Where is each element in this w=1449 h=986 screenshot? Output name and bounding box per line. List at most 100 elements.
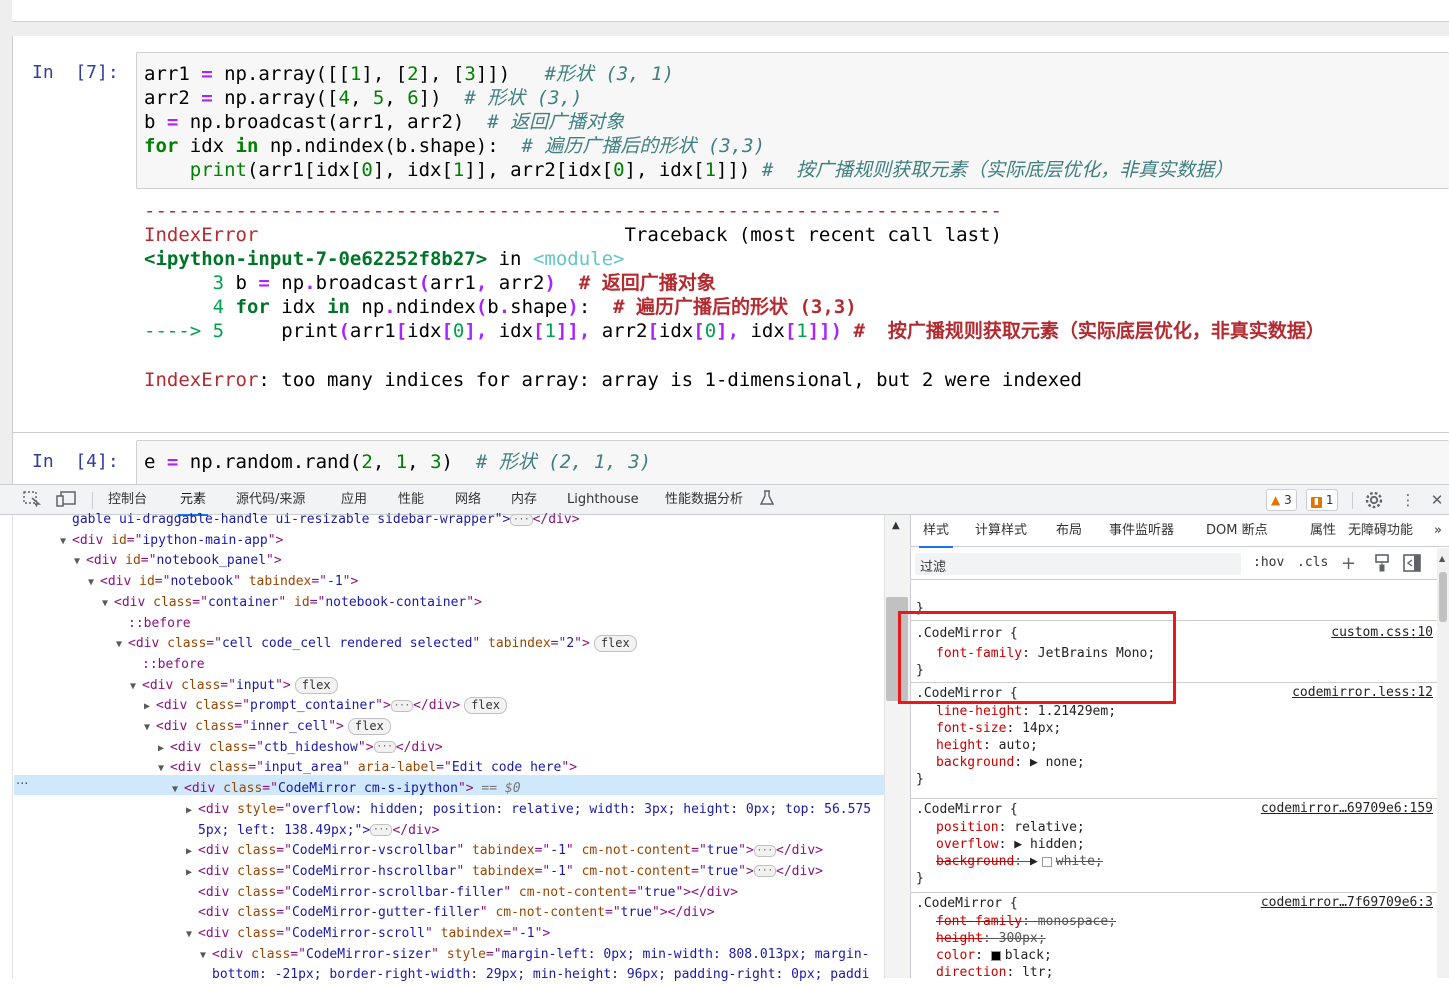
dom-node[interactable]: ▶ <div style="overflow: hidden; position:… bbox=[186, 800, 871, 821]
inspect-element-icon[interactable] bbox=[22, 491, 42, 509]
css-declaration[interactable]: line-height: 1.21429em; bbox=[936, 703, 1116, 720]
more-options-icon[interactable]: ⋮ bbox=[1398, 491, 1418, 509]
rule-source-link[interactable]: codemirror…7f69709e6:3 bbox=[1261, 895, 1433, 910]
expand-triangle-icon[interactable]: ▼ bbox=[102, 594, 114, 614]
new-style-rule-icon[interactable]: + bbox=[1341, 553, 1356, 574]
dom-node[interactable]: ▼ <div class="CodeMirror-sizer" style="ma… bbox=[200, 945, 869, 966]
styles-subtab[interactable]: 计算样式 bbox=[975, 515, 1027, 547]
expand-triangle-icon[interactable]: ▶ bbox=[158, 739, 170, 759]
node-actions-dots[interactable]: ··· bbox=[16, 775, 28, 795]
dom-node[interactable]: bottom: -21px; border-right-width: 29px;… bbox=[200, 965, 869, 986]
expand-triangle-icon[interactable]: ▼ bbox=[130, 677, 142, 697]
attr-name: class bbox=[237, 905, 277, 921]
cls-toggle[interactable]: .cls bbox=[1297, 555, 1328, 570]
expand-triangle-icon[interactable]: ▼ bbox=[116, 635, 128, 655]
warnings-badge[interactable]: ▲ 3 bbox=[1266, 489, 1297, 511]
css-declaration[interactable]: overflow: ▶ hidden; bbox=[936, 836, 1085, 853]
css-declaration[interactable]: background: ▶ white; bbox=[936, 853, 1103, 870]
collapsed-children-dots[interactable]: ··· bbox=[753, 865, 777, 878]
dom-node[interactable]: 5px; left: 138.49px;"> ··· </div> bbox=[186, 821, 439, 842]
dom-node[interactable]: <div class="CodeMirror-gutter-filler" cm… bbox=[186, 903, 715, 924]
flex-badge[interactable]: flex bbox=[593, 635, 637, 653]
toggle-sidebar-icon[interactable] bbox=[1403, 554, 1421, 576]
flex-badge[interactable]: flex bbox=[294, 676, 338, 694]
css-declaration[interactable]: background: ▶ none; bbox=[936, 754, 1085, 771]
collapsed-children-dots[interactable]: ··· bbox=[373, 741, 396, 754]
close-devtools-icon[interactable]: ✕ bbox=[1427, 491, 1447, 509]
dom-node[interactable]: ▼ <div id="notebook" tabindex="-1"> bbox=[88, 572, 358, 593]
styles-subtab[interactable]: 样式 bbox=[918, 515, 954, 548]
styles-subtab[interactable]: 布局 bbox=[1056, 515, 1082, 547]
rule-source-link[interactable]: codemirror…69709e6:159 bbox=[1261, 801, 1433, 816]
more-tabs-chevron-icon[interactable]: » bbox=[1434, 515, 1442, 547]
hov-toggle[interactable]: :hov bbox=[1253, 555, 1284, 570]
styles-subtab[interactable]: 事件监听器 bbox=[1109, 515, 1174, 547]
paint-brush-icon[interactable] bbox=[1374, 554, 1390, 576]
issues-badge[interactable]: ▮ 1 bbox=[1306, 489, 1339, 511]
expand-triangle-icon[interactable]: ▼ bbox=[172, 780, 184, 800]
flex-badge[interactable]: flex bbox=[347, 718, 391, 735]
dom-node[interactable]: ▼ <div id="notebook_panel"> bbox=[74, 551, 282, 572]
dom-node[interactable]: ▼ <div class="inner_cell"> flex bbox=[144, 717, 391, 738]
dom-node[interactable]: ▶ <div class="ctb_hideshow"> ··· </div> bbox=[158, 738, 443, 759]
dom-node[interactable]: ▼ <div class="CodeMirror-scroll" tabindex… bbox=[186, 924, 550, 945]
dom-node[interactable]: ▼ <div id="ipython-main-app"> bbox=[60, 531, 283, 552]
expand-triangle-icon[interactable]: ▶ bbox=[144, 697, 156, 717]
styles-scroll-up-arrow-icon[interactable]: ▲ bbox=[1439, 554, 1445, 563]
expand-triangle-icon[interactable]: ▶ bbox=[186, 801, 198, 821]
css-declaration[interactable]: height: auto; bbox=[936, 737, 1038, 754]
collapsed-children-dots[interactable]: ··· bbox=[390, 699, 414, 712]
collapsed-children-dots[interactable]: ··· bbox=[510, 513, 533, 526]
expand-triangle-icon[interactable]: ▶ bbox=[186, 863, 198, 883]
css-declaration[interactable]: color: black; bbox=[936, 947, 1052, 964]
styles-subtab[interactable]: 无障碍功能 bbox=[1348, 515, 1413, 547]
styles-subtab[interactable]: DOM 断点 bbox=[1206, 515, 1268, 547]
scroll-up-arrow-icon[interactable]: ▲ bbox=[892, 520, 900, 531]
expand-triangle-icon[interactable]: ▼ bbox=[158, 759, 170, 779]
dom-node[interactable]: <div class="CodeMirror-scrollbar-filler"… bbox=[186, 883, 738, 904]
dom-node[interactable]: ▼ <div class="cell code_cell rendered sel… bbox=[116, 634, 637, 655]
elements-scrollbar[interactable]: ▲ bbox=[884, 515, 910, 978]
cell-7-input[interactable]: arr1 = np.array([[1], [2], [3]]) #形状 (3,… bbox=[136, 52, 1449, 189]
dom-node[interactable]: ▶ <div class="CodeMirror-hscrollbar" tabi… bbox=[186, 862, 823, 883]
code-token: , bbox=[372, 451, 396, 473]
flex-badge[interactable]: flex bbox=[464, 697, 507, 715]
flask-icon[interactable] bbox=[757, 490, 777, 508]
dom-node[interactable]: ▶ <div class="CodeMirror-vscrollbar" tabi… bbox=[186, 841, 823, 862]
dom-node[interactable]: ▼ <div class="input"> flex bbox=[130, 676, 338, 697]
filter-input[interactable]: 过滤 bbox=[915, 553, 1241, 575]
collapsed-children-dots[interactable]: ··· bbox=[753, 844, 777, 857]
device-toolbar-icon[interactable] bbox=[56, 491, 76, 509]
attr-name: class bbox=[237, 926, 277, 941]
expand-triangle-icon[interactable]: ▼ bbox=[144, 718, 156, 738]
rule-source-link[interactable]: codemirror.less:12 bbox=[1292, 685, 1433, 700]
css-declaration[interactable]: direction: ltr; bbox=[936, 964, 1053, 978]
expand-triangle-icon[interactable]: ▼ bbox=[186, 925, 198, 945]
dom-node[interactable]: ::before bbox=[130, 655, 205, 676]
dom-node[interactable]: ▶ <div class="prompt_container"> ··· </div>… bbox=[144, 696, 507, 717]
css-declaration[interactable]: position: relative; bbox=[936, 819, 1085, 836]
expand-triangle-icon[interactable]: ▶ bbox=[186, 842, 198, 862]
dom-node[interactable]: ▼ <div class="container" id="notebook-con… bbox=[102, 593, 482, 614]
rule-source-link[interactable]: custom.css:10 bbox=[1331, 625, 1433, 640]
expand-triangle-icon[interactable]: ▼ bbox=[200, 946, 212, 966]
dom-node[interactable]: ::before bbox=[116, 614, 191, 635]
cell-4-input[interactable]: e = np.random.rand(2, 1, 3) # 形状 (2, 1, … bbox=[136, 440, 1449, 484]
dom-node[interactable]: ▼ <div class="input_area" aria-label="Edi… bbox=[158, 758, 577, 779]
css-declaration[interactable]: font-family: monospace; bbox=[936, 913, 1116, 930]
collapsed-children-dots[interactable]: ··· bbox=[370, 824, 393, 836]
expand-triangle-icon[interactable]: ▼ bbox=[74, 552, 86, 572]
expand-triangle-icon[interactable]: ▼ bbox=[60, 532, 72, 552]
css-declaration[interactable]: font-size: 14px; bbox=[936, 720, 1061, 737]
styles-subtab[interactable]: 属性 bbox=[1310, 515, 1336, 547]
dom-node[interactable]: gable ui-draggable-handle ui-resizable s… bbox=[60, 510, 580, 531]
css-declaration[interactable]: height: 300px; bbox=[936, 930, 1046, 947]
settings-gear-icon[interactable] bbox=[1364, 490, 1384, 509]
dom-node[interactable]: ▼ <div class="CodeMirror cm-s-ipython"> =… bbox=[172, 779, 521, 800]
devtools-tab[interactable]: 性能数据分析 bbox=[665, 485, 743, 515]
expand-triangle-icon[interactable]: ▼ bbox=[88, 573, 100, 593]
styles-scrollbar-thumb[interactable] bbox=[1439, 572, 1447, 622]
